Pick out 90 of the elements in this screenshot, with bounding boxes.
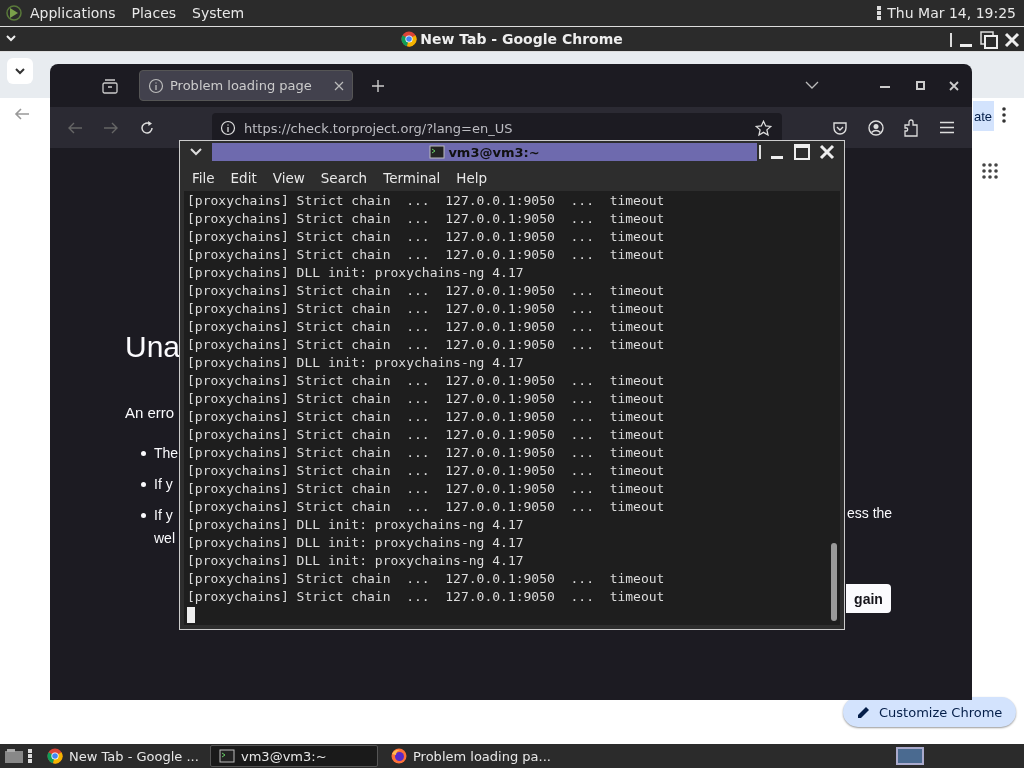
chevron-down-icon[interactable] [805, 81, 819, 90]
text-cursor [187, 607, 195, 623]
terminal-line: [proxychains] Strict chain ... 127.0.0.1:9050 ... timeout [187, 192, 665, 210]
terminal-line: [proxychains] DLL init: proxychains-ng 4.17 [187, 552, 524, 570]
terminal-line: [proxychains] Strict chain ... 127.0.0.1:9050 ... timeout [187, 588, 665, 606]
panel-menu[interactable]: Applications [22, 5, 124, 21]
puzzle-icon[interactable] [903, 119, 919, 137]
error-text: An erro [125, 404, 175, 421]
terminal-line: [proxychains] Strict chain ... 127.0.0.1:9050 ... timeout [187, 336, 665, 354]
terminal-line: [proxychains] Strict chain ... 127.0.0.1:9050 ... timeout [187, 570, 665, 588]
kebab-menu-icon[interactable] [1002, 106, 1006, 124]
forward-arrow-icon[interactable] [103, 121, 119, 135]
terminal-line: [proxychains] DLL init: proxychains-ng 4.17 [187, 354, 524, 372]
bullet-text: The [154, 444, 179, 463]
chrome-button[interactable]: ate [973, 101, 995, 131]
apps-grid-icon[interactable] [982, 163, 998, 179]
workspace-switcher[interactable] [896, 747, 924, 765]
terminal-menu[interactable]: Terminal [375, 170, 449, 186]
browser-icon [391, 748, 407, 764]
try-again-button[interactable]: gain [846, 584, 891, 613]
maximize-icon[interactable] [916, 81, 925, 90]
plus-icon[interactable] [371, 78, 385, 93]
browser-icon [401, 31, 418, 47]
clock[interactable]: Thu Mar 14, 19:25 [887, 5, 1016, 21]
terminal-line: [proxychains] Strict chain ... 127.0.0.1:9050 ... timeout [187, 372, 665, 390]
info-icon [220, 120, 236, 136]
tab-title: Problem loading page [170, 78, 312, 93]
terminal-icon [429, 144, 446, 160]
customize-chrome-button[interactable]: Customize Chrome [843, 697, 1017, 727]
pencil-icon [857, 705, 871, 719]
bullet-icon [141, 482, 146, 487]
close-icon[interactable] [334, 80, 344, 91]
scrollbar-thumb[interactable] [831, 543, 837, 621]
reload-icon[interactable] [139, 120, 155, 136]
terminal-line: [proxychains] Strict chain ... 127.0.0.1:9050 ... timeout [187, 426, 665, 444]
terminal-menu[interactable]: Search [312, 170, 376, 186]
taskbar-item[interactable]: Problem loading pa... [382, 745, 550, 767]
taskbar-item[interactable]: vm3@vm3:~ [210, 745, 378, 767]
terminal-icon [219, 748, 235, 764]
terminal-line: [proxychains] Strict chain ... 127.0.0.1:9050 ... timeout [187, 300, 665, 318]
terminal-line: [proxychains] Strict chain ... 127.0.0.1:9050 ... timeout [187, 408, 665, 426]
window-title: vm3@vm3:~ [448, 144, 540, 160]
terminal-menu[interactable]: File [184, 170, 223, 186]
bullet-icon [141, 451, 146, 456]
terminal-line: [proxychains] DLL init: proxychains-ng 4.17 [187, 264, 524, 282]
browser-icon [47, 748, 63, 764]
bullet-text: wel [154, 529, 175, 548]
account-icon[interactable] [868, 120, 884, 136]
terminal-line: [proxychains] DLL init: proxychains-ng 4.17 [187, 534, 524, 552]
taskbar-item[interactable]: New Tab - Google ... [38, 745, 206, 767]
menu-icon[interactable] [940, 121, 954, 134]
chevron-down-icon[interactable] [7, 58, 33, 84]
address-field[interactable]: https://check.torproject.org/?lang=en_US [212, 113, 782, 143]
terminal-line: [proxychains] Strict chain ... 127.0.0.1:9050 ... timeout [187, 390, 665, 408]
browser-tab[interactable]: Problem loading page [139, 70, 353, 101]
terminal-line: [proxychains] Strict chain ... 127.0.0.1:9050 ... timeout [187, 246, 665, 264]
handle-icon[interactable] [877, 5, 882, 21]
terminal-line: [proxychains] Strict chain ... 127.0.0.1:9050 ... timeout [187, 282, 665, 300]
back-arrow-icon[interactable] [67, 121, 83, 135]
terminal-menu[interactable]: Help [448, 170, 496, 186]
terminal-line: [proxychains] Strict chain ... 127.0.0.1:9050 ... timeout [187, 228, 665, 246]
tab-list-icon[interactable] [102, 78, 118, 94]
minimize-icon[interactable] [880, 86, 890, 89]
terminal-line: [proxychains] Strict chain ... 127.0.0.1:9050 ... timeout [187, 210, 665, 228]
divider-icon [759, 145, 761, 159]
terminal-line: [proxychains] Strict chain ... 127.0.0.1:9050 ... timeout [187, 318, 665, 336]
terminal-line: [proxychains] Strict chain ... 127.0.0.1:9050 ... timeout [187, 498, 665, 516]
logo-icon[interactable] [6, 5, 22, 21]
bullet-text: If y [154, 475, 173, 494]
error-heading: Una [125, 330, 181, 364]
terminal-line: [proxychains] Strict chain ... 127.0.0.1:9050 ... timeout [187, 480, 665, 498]
terminal-menu[interactable]: Edit [222, 170, 265, 186]
panel-menu[interactable]: Places [123, 5, 185, 21]
chevron-down-icon[interactable] [190, 148, 202, 156]
bullet-text: ess the [847, 504, 893, 523]
terminal-line: [proxychains] DLL init: proxychains-ng 4.17 [187, 516, 524, 534]
info-icon [148, 77, 164, 94]
back-arrow-icon[interactable] [14, 107, 30, 121]
terminal-line: [proxychains] Strict chain ... 127.0.0.1:9050 ... timeout [187, 444, 665, 462]
window-title: New Tab - Google Chrome [420, 31, 623, 47]
close-icon[interactable] [949, 81, 959, 91]
divider-icon [950, 33, 952, 47]
maximize-icon[interactable] [980, 31, 998, 49]
handle-icon[interactable] [28, 748, 32, 764]
bullet-text: If y [154, 506, 173, 525]
terminal-line: [proxychains] Strict chain ... 127.0.0.1:9050 ... timeout [187, 462, 665, 480]
star-icon[interactable] [755, 119, 772, 137]
panel-menu[interactable]: System [184, 5, 253, 21]
terminal-menu[interactable]: View [264, 170, 313, 186]
bullet-icon [141, 513, 146, 518]
